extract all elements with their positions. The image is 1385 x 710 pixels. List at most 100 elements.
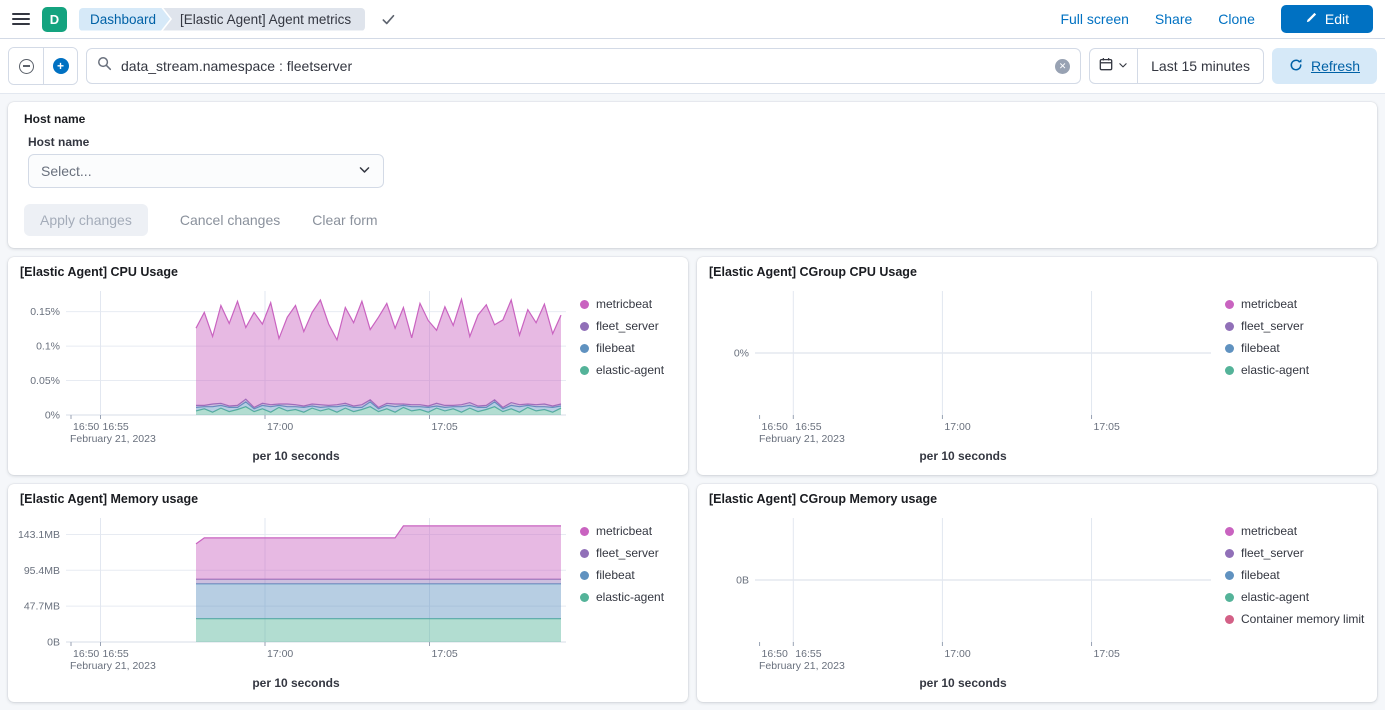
space-avatar[interactable]: D [42, 7, 67, 32]
svg-text:February 21, 2023: February 21, 2023 [70, 660, 156, 672]
time-range-value[interactable]: Last 15 minutes [1138, 49, 1263, 83]
filter-menu-button[interactable] [9, 48, 43, 84]
legend-item-metricbeat[interactable]: metricbeat [580, 524, 678, 538]
legend-item-metricbeat[interactable]: metricbeat [1225, 524, 1367, 538]
clear-query-icon[interactable]: ✕ [1055, 59, 1070, 74]
legend-item-fleet-server[interactable]: fleet_server [1225, 546, 1367, 560]
legend-item-filebeat[interactable]: filebeat [1225, 568, 1367, 582]
edit-button[interactable]: Edit [1281, 5, 1373, 33]
legend-item-elastic-agent[interactable]: elastic-agent [580, 363, 678, 377]
memory-usage-chart[interactable]: 0B47.7MB95.4MB143.1MB16:5016:5517:0017:0… [18, 508, 574, 676]
cancel-changes-button[interactable]: Cancel changes [180, 212, 280, 228]
svg-text:0B: 0B [736, 575, 749, 587]
svg-text:16:50: 16:50 [762, 421, 788, 433]
breadcrumb-dashboard[interactable]: Dashboard [79, 8, 170, 31]
legend-item-fleet-server[interactable]: fleet_server [1225, 319, 1367, 333]
edit-button-label: Edit [1325, 11, 1349, 27]
add-filter-button[interactable]: + [43, 48, 77, 84]
legend-dot-icon [1225, 593, 1234, 602]
menu-icon[interactable] [12, 13, 30, 25]
apply-changes-button[interactable]: Apply changes [24, 204, 148, 236]
controls-panel: Host name Host name Select... Apply chan… [8, 102, 1377, 248]
legend-item-filebeat[interactable]: filebeat [1225, 341, 1367, 355]
legend-item-elastic-agent[interactable]: elastic-agent [580, 590, 678, 604]
legend-dot-icon [580, 322, 589, 331]
legend-label: elastic-agent [1241, 363, 1309, 377]
legend-label: metricbeat [596, 524, 652, 538]
legend-item-elastic-agent[interactable]: elastic-agent [1225, 363, 1367, 377]
svg-text:17:00: 17:00 [267, 421, 293, 433]
search-icon [97, 56, 112, 76]
share-button[interactable]: Share [1155, 11, 1192, 27]
chart-legend: metricbeat fleet_server filebeat elastic-ag… [1219, 508, 1367, 697]
legend-item-container-memory-limit[interactable]: Container memory limit [1225, 612, 1367, 626]
calendar-icon [1099, 57, 1113, 76]
svg-text:17:05: 17:05 [1094, 421, 1120, 433]
clone-button[interactable]: Clone [1218, 11, 1255, 27]
legend-label: metricbeat [1241, 297, 1297, 311]
panel-cgroup-memory-usage: [Elastic Agent] CGroup Memory usage 0B 16… [697, 484, 1377, 702]
cpu-usage-chart[interactable]: 0%0.05%0.1%0.15%16:5016:5517:0017:05Febr… [18, 281, 574, 449]
breadcrumb-current-page[interactable]: [Elastic Agent] Agent metrics [163, 8, 365, 31]
panel-cgroup-cpu-usage: [Elastic Agent] CGroup CPU Usage 0% 16:50… [697, 257, 1377, 475]
svg-text:17:05: 17:05 [432, 648, 458, 660]
panel-title: [Elastic Agent] CPU Usage [20, 265, 678, 279]
legend-dot-icon [1225, 571, 1234, 580]
legend-label: filebeat [1241, 568, 1280, 582]
query-bar: + data_stream.namespace : fleetserver ✕ … [0, 39, 1385, 94]
filter-icon [19, 59, 34, 74]
host-name-field-label: Host name [28, 135, 1361, 149]
legend-dot-icon [1225, 527, 1234, 536]
legend-label: filebeat [1241, 341, 1280, 355]
plus-icon: + [53, 58, 69, 74]
top-bar: D Dashboard [Elastic Agent] Agent metric… [0, 0, 1385, 39]
chart-legend: metricbeat fleet_server filebeat elastic-ag… [574, 281, 678, 470]
svg-text:16:50: 16:50 [762, 648, 788, 660]
legend-item-fleet-server[interactable]: fleet_server [580, 546, 678, 560]
svg-text:16:55: 16:55 [795, 421, 821, 433]
svg-text:February 21, 2023: February 21, 2023 [759, 433, 845, 445]
svg-text:0.1%: 0.1% [36, 341, 60, 353]
date-picker-menu-button[interactable] [1090, 49, 1138, 83]
chart-legend: metricbeat fleet_server filebeat elastic-ag… [1219, 281, 1367, 470]
panel-title: [Elastic Agent] CGroup Memory usage [709, 492, 1367, 506]
legend-label: elastic-agent [1241, 590, 1309, 604]
svg-text:16:55: 16:55 [795, 648, 821, 660]
refresh-button[interactable]: Refresh [1272, 48, 1377, 84]
svg-text:17:00: 17:00 [944, 421, 970, 433]
legend-item-filebeat[interactable]: filebeat [580, 341, 678, 355]
legend-label: fleet_server [1241, 319, 1304, 333]
full-screen-button[interactable]: Full screen [1060, 11, 1128, 27]
svg-text:17:05: 17:05 [432, 421, 458, 433]
legend-label: filebeat [596, 341, 635, 355]
legend-dot-icon [1225, 322, 1234, 331]
legend-dot-icon [580, 366, 589, 375]
clear-form-button[interactable]: Clear form [312, 212, 377, 228]
charts-grid: [Elastic Agent] CPU Usage 0%0.05%0.1%0.1… [8, 257, 1377, 702]
panel-title: [Elastic Agent] Memory usage [20, 492, 678, 506]
query-input[interactable]: data_stream.namespace : fleetserver ✕ [86, 48, 1081, 84]
svg-text:95.4MB: 95.4MB [24, 565, 60, 577]
date-picker: Last 15 minutes [1089, 48, 1264, 84]
svg-text:0.15%: 0.15% [30, 306, 60, 318]
panel-title: [Elastic Agent] CGroup CPU Usage [709, 265, 1367, 279]
check-icon[interactable] [381, 12, 396, 27]
legend-item-filebeat[interactable]: filebeat [580, 568, 678, 582]
svg-text:16:55: 16:55 [103, 648, 129, 660]
cgroup-cpu-usage-chart[interactable]: 0% 16:50 16:55 17:00 17:05 February 21, 2023 [707, 281, 1219, 449]
legend-item-metricbeat[interactable]: metricbeat [1225, 297, 1367, 311]
cgroup-memory-usage-chart[interactable]: 0B16:5016:5517:0017:05February 21, 2023 [707, 508, 1219, 676]
legend-label: Container memory limit [1241, 612, 1364, 626]
legend-item-fleet-server[interactable]: fleet_server [580, 319, 678, 333]
controls-section-title: Host name [24, 112, 1361, 126]
host-name-select[interactable]: Select... [28, 154, 384, 188]
legend-dot-icon [580, 549, 589, 558]
svg-text:0%: 0% [45, 410, 60, 422]
legend-item-metricbeat[interactable]: metricbeat [580, 297, 678, 311]
x-axis-title: per 10 seconds [707, 449, 1219, 463]
legend-item-elastic-agent[interactable]: elastic-agent [1225, 590, 1367, 604]
svg-text:0%: 0% [734, 348, 749, 360]
chevron-down-icon [1118, 57, 1128, 75]
panel-memory-usage: [Elastic Agent] Memory usage 0B47.7MB95.… [8, 484, 688, 702]
legend-dot-icon [1225, 366, 1234, 375]
